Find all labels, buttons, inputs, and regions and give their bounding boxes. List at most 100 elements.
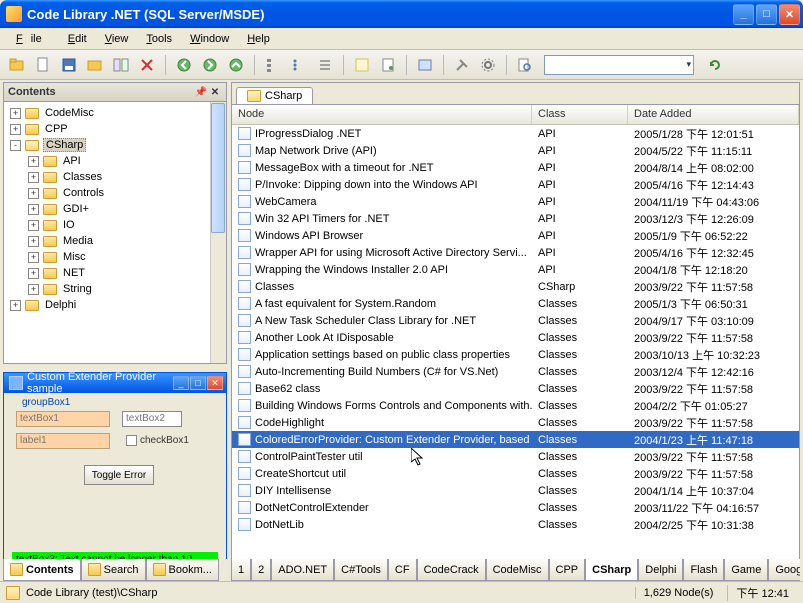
- tools-icon[interactable]: [451, 54, 473, 76]
- preview-max-button[interactable]: □: [190, 376, 206, 390]
- pane-close-icon[interactable]: ✕: [208, 87, 222, 98]
- new-doc-icon[interactable]: [32, 54, 54, 76]
- list-row[interactable]: Map Network Drive (API) API2004/5/22 下午 …: [232, 142, 799, 159]
- bottom-tab[interactable]: 2: [251, 559, 271, 581]
- tree-item[interactable]: + NET: [6, 265, 224, 281]
- up-arrow-icon[interactable]: [225, 54, 247, 76]
- expand-icon[interactable]: +: [28, 220, 39, 231]
- capture-icon[interactable]: [414, 54, 436, 76]
- bottom-tab[interactable]: Game: [724, 559, 768, 581]
- list-row[interactable]: Another Look At IDisposable Classes2003/…: [232, 329, 799, 346]
- list-row[interactable]: WebCamera API2004/11/19 下午 04:43:06: [232, 193, 799, 210]
- list-row[interactable]: CreateShortcut util Classes2003/9/22 下午 …: [232, 465, 799, 482]
- tree-icon[interactable]: [262, 54, 284, 76]
- bottom-tab[interactable]: CodeMisc: [486, 559, 549, 581]
- list-row[interactable]: IProgressDialog .NET API2005/1/28 下午 12:…: [232, 125, 799, 142]
- list-row[interactable]: Classes CSharp2003/9/22 下午 11:57:58: [232, 278, 799, 295]
- checkbox1[interactable]: checkBox1: [126, 435, 189, 446]
- menu-file[interactable]: File: [8, 31, 58, 47]
- list-row[interactable]: DIY Intellisense Classes2004/1/14 上午 10:…: [232, 482, 799, 499]
- expand-icon[interactable]: +: [28, 252, 39, 263]
- menu-view[interactable]: View: [97, 31, 137, 47]
- expand-icon[interactable]: +: [28, 204, 39, 215]
- gear-icon[interactable]: [477, 54, 499, 76]
- tree-item[interactable]: + Media: [6, 233, 224, 249]
- bottom-tab[interactable]: Bookm...: [146, 559, 219, 581]
- tree-item[interactable]: + Misc: [6, 249, 224, 265]
- menu-window[interactable]: Window: [182, 31, 237, 47]
- expand-icon[interactable]: -: [10, 140, 21, 151]
- folder-save-icon[interactable]: [84, 54, 106, 76]
- textbox2[interactable]: textBox2: [122, 411, 182, 427]
- expand-icon[interactable]: +: [10, 124, 21, 135]
- list-row[interactable]: A fast equivalent for System.Random Clas…: [232, 295, 799, 312]
- menu-help[interactable]: Help: [239, 31, 278, 47]
- preview-close-button[interactable]: ✕: [207, 376, 223, 390]
- tree-item[interactable]: + Classes: [6, 169, 224, 185]
- minimize-button[interactable]: _: [733, 4, 754, 25]
- preview-min-button[interactable]: _: [173, 376, 189, 390]
- search-page-icon[interactable]: [514, 54, 536, 76]
- expand-icon[interactable]: +: [28, 156, 39, 167]
- list-row[interactable]: P/Invoke: Dipping down into the Windows …: [232, 176, 799, 193]
- list-icon[interactable]: [314, 54, 336, 76]
- maximize-button[interactable]: □: [756, 4, 777, 25]
- tree-item[interactable]: + Controls: [6, 185, 224, 201]
- bottom-tab[interactable]: Goog: [768, 559, 800, 581]
- bottom-tab[interactable]: ADO.NET: [271, 559, 334, 581]
- expand-icon[interactable]: +: [28, 172, 39, 183]
- red-x-icon[interactable]: [136, 54, 158, 76]
- tree-item[interactable]: + String: [6, 281, 224, 297]
- bottom-tab[interactable]: C#Tools: [334, 559, 388, 581]
- tree-item[interactable]: + IO: [6, 217, 224, 233]
- list-row[interactable]: CodeHighlight Classes2003/9/22 下午 11:57:…: [232, 414, 799, 431]
- note-icon[interactable]: [351, 54, 373, 76]
- expand-icon[interactable]: +: [28, 188, 39, 199]
- tree-item[interactable]: + CPP: [6, 121, 224, 137]
- list-row[interactable]: ControlPaintTester util Classes2003/9/22…: [232, 448, 799, 465]
- menu-tools[interactable]: Tools: [138, 31, 180, 47]
- list-row[interactable]: ColoredErrorProvider: Custom Extender Pr…: [232, 431, 799, 448]
- list-row[interactable]: Application settings based on public cla…: [232, 346, 799, 363]
- bottom-tab[interactable]: Contents: [3, 559, 81, 581]
- list-row[interactable]: Building Windows Forms Controls and Comp…: [232, 397, 799, 414]
- col-class[interactable]: Class: [532, 105, 628, 124]
- refresh-icon[interactable]: [704, 54, 726, 76]
- tree-item[interactable]: + Delphi: [6, 297, 224, 313]
- expand-icon[interactable]: +: [28, 284, 39, 295]
- col-node[interactable]: Node: [232, 105, 532, 124]
- bullet-icon[interactable]: [288, 54, 310, 76]
- bottom-tab[interactable]: Flash: [683, 559, 724, 581]
- list-row[interactable]: Wrapper API for using Microsoft Active D…: [232, 244, 799, 261]
- diff-icon[interactable]: [110, 54, 132, 76]
- tree-view[interactable]: + CodeMisc+ CPP- CSharp+ API+ Classes+ C…: [3, 102, 227, 364]
- list-row[interactable]: Auto-Incrementing Build Numbers (C# for …: [232, 363, 799, 380]
- textbox1[interactable]: textBox1: [16, 411, 110, 427]
- expand-icon[interactable]: +: [10, 300, 21, 311]
- bottom-tab[interactable]: CSharp: [585, 559, 638, 581]
- bottom-tab[interactable]: CodeCrack: [417, 559, 486, 581]
- tree-item[interactable]: - CSharp: [6, 137, 224, 153]
- tree-item[interactable]: + GDI+: [6, 201, 224, 217]
- list-row[interactable]: Win 32 API Timers for .NET API2003/12/3 …: [232, 210, 799, 227]
- bottom-tab[interactable]: CPP: [549, 559, 586, 581]
- expand-icon[interactable]: +: [28, 236, 39, 247]
- search-combo[interactable]: [544, 55, 694, 75]
- col-date[interactable]: Date Added: [628, 105, 799, 124]
- list-row[interactable]: Wrapping the Windows Installer 2.0 API A…: [232, 261, 799, 278]
- list-row[interactable]: MessageBox with a timeout for .NET API20…: [232, 159, 799, 176]
- back-arrow-icon[interactable]: [173, 54, 195, 76]
- list-row[interactable]: A New Task Scheduler Class Library for .…: [232, 312, 799, 329]
- save-icon[interactable]: [58, 54, 80, 76]
- folder-icon[interactable]: [6, 54, 28, 76]
- bottom-tab[interactable]: CF: [388, 559, 417, 581]
- list-row[interactable]: Base62 class Classes2003/9/22 下午 11:57:5…: [232, 380, 799, 397]
- list-row[interactable]: DotNetControlExtender Classes2003/11/22 …: [232, 499, 799, 516]
- attach-icon[interactable]: [377, 54, 399, 76]
- close-button[interactable]: ✕: [779, 4, 800, 25]
- tree-scrollbar[interactable]: [210, 102, 226, 363]
- forward-arrow-icon[interactable]: [199, 54, 221, 76]
- list-row[interactable]: DotNetLib Classes2004/2/25 下午 10:31:38: [232, 516, 799, 533]
- menu-edit[interactable]: Edit: [60, 31, 95, 47]
- toggle-error-button[interactable]: Toggle Error: [84, 465, 154, 485]
